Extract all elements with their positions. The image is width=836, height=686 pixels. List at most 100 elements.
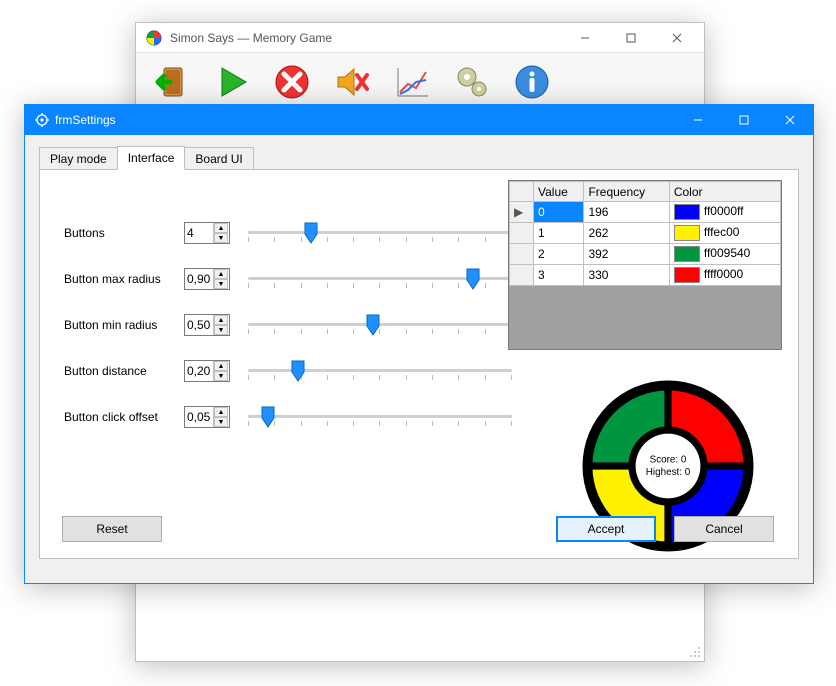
cancel-button[interactable]: Cancel [674,516,774,542]
row-distance: Button distance ▲▼ [64,348,524,394]
label-min-radius: Button min radius [64,318,184,332]
spin-up[interactable]: ▲ [214,361,228,371]
slider-max-radius[interactable] [248,265,512,293]
row-header[interactable] [510,223,534,244]
row-click-offset: Button click offset ▲▼ [64,394,524,440]
input-distance[interactable] [185,362,213,380]
spinner-min-radius[interactable]: ▲▼ [184,314,230,336]
spinner-max-radius[interactable]: ▲▼ [184,268,230,290]
grid-col-frequency[interactable]: Frequency [584,182,669,202]
row-max-radius: Button max radius ▲▼ [64,256,524,302]
slider-thumb[interactable] [304,222,318,244]
spin-up[interactable]: ▲ [214,269,228,279]
spin-down[interactable]: ▼ [214,325,228,335]
spin-down[interactable]: ▼ [214,233,228,243]
spinner-distance[interactable]: ▲▼ [184,360,230,382]
row-header[interactable] [510,265,534,286]
tab-boardui[interactable]: Board UI [184,147,253,170]
tab-interface[interactable]: Interface [117,146,186,170]
slider-thumb[interactable] [261,406,275,428]
label-distance: Button distance [64,364,184,378]
settings-close-button[interactable] [767,106,813,134]
grid-header-row: Value Frequency Color [510,182,781,202]
settings-body: Play mode Interface Board UI Buttons ▲▼ [25,135,813,583]
svg-text:Highest: 0: Highest: 0 [646,467,691,478]
slider-thumb[interactable] [466,268,480,290]
slider-distance[interactable] [248,357,512,385]
slider-thumb[interactable] [291,360,305,382]
main-toolbar [136,53,704,111]
toolbar-stop[interactable] [262,55,322,109]
tabstrip: Play mode Interface Board UI [39,145,799,169]
cell-value[interactable]: 1 [534,223,584,244]
spin-down[interactable]: ▼ [214,371,228,381]
color-grid[interactable]: Value Frequency Color ▶0196ff0000ff1262f… [508,180,782,350]
cell-value[interactable]: 2 [534,244,584,265]
maximize-button[interactable] [608,24,654,52]
grid-col-color[interactable]: Color [669,182,780,202]
swatch-icon [674,246,700,262]
input-min-radius[interactable] [185,316,213,334]
spinner-click-offset[interactable]: ▲▼ [184,406,230,428]
input-buttons[interactable] [185,224,213,242]
tab-playmode[interactable]: Play mode [39,147,118,170]
spin-up[interactable]: ▲ [214,223,228,233]
input-max-radius[interactable] [185,270,213,288]
settings-window: frmSettings Play mode Interface Board UI… [24,104,814,584]
cell-frequency[interactable]: 330 [584,265,669,286]
cell-color[interactable]: ff009540 [669,244,780,265]
spin-down[interactable]: ▼ [214,279,228,289]
row-header[interactable] [510,244,534,265]
toolbar-mute[interactable] [322,55,382,109]
app-icon [146,30,162,46]
spin-down[interactable]: ▼ [214,417,228,427]
cell-color[interactable]: ffff0000 [669,265,780,286]
cell-value[interactable]: 3 [534,265,584,286]
settings-minimize-button[interactable] [675,106,721,134]
grid-col-value[interactable]: Value [534,182,584,202]
toolbar-exit[interactable] [142,55,202,109]
label-buttons: Buttons [64,226,184,240]
dialog-button-row: Reset Accept Cancel [62,516,774,542]
slider-click-offset[interactable] [248,403,512,431]
tabpanel-interface: Buttons ▲▼ Button max radius [39,169,799,559]
cell-frequency[interactable]: 392 [584,244,669,265]
cell-color[interactable]: fffec00 [669,223,780,244]
spin-up[interactable]: ▲ [214,315,228,325]
slider-min-radius[interactable] [248,311,512,339]
swatch-icon [674,225,700,241]
toolbar-settings[interactable] [442,55,502,109]
row-header[interactable]: ▶ [510,202,534,223]
settings-maximize-button[interactable] [721,106,767,134]
toolbar-about[interactable] [502,55,562,109]
toolbar-stats[interactable] [382,55,442,109]
slider-buttons[interactable] [248,219,512,247]
accept-button[interactable]: Accept [556,516,656,542]
reset-button[interactable]: Reset [62,516,162,542]
gear-icon [35,113,49,127]
close-button[interactable] [654,24,700,52]
svg-text:Score: 0: Score: 0 [650,454,687,465]
table-row[interactable]: 1262fffec00 [510,223,781,244]
settings-titlebar: frmSettings [25,105,813,135]
cell-frequency[interactable]: 196 [584,202,669,223]
minimize-button[interactable] [562,24,608,52]
slider-thumb[interactable] [366,314,380,336]
table-row[interactable]: ▶0196ff0000ff [510,202,781,223]
table-row[interactable]: 2392ff009540 [510,244,781,265]
settings-title: frmSettings [55,113,675,127]
cell-color[interactable]: ff0000ff [669,202,780,223]
row-buttons: Buttons ▲▼ [64,210,524,256]
table-row[interactable]: 3330ffff0000 [510,265,781,286]
cell-frequency[interactable]: 262 [584,223,669,244]
spin-up[interactable]: ▲ [214,407,228,417]
label-max-radius: Button max radius [64,272,184,286]
swatch-icon [674,204,700,220]
spinner-buttons[interactable]: ▲▼ [184,222,230,244]
slider-group: Buttons ▲▼ Button max radius [64,210,524,440]
toolbar-play[interactable] [202,55,262,109]
cell-value[interactable]: 0 [534,202,584,223]
input-click-offset[interactable] [185,408,213,426]
main-title: Simon Says — Memory Game [170,31,562,45]
resize-grip[interactable] [687,644,701,658]
